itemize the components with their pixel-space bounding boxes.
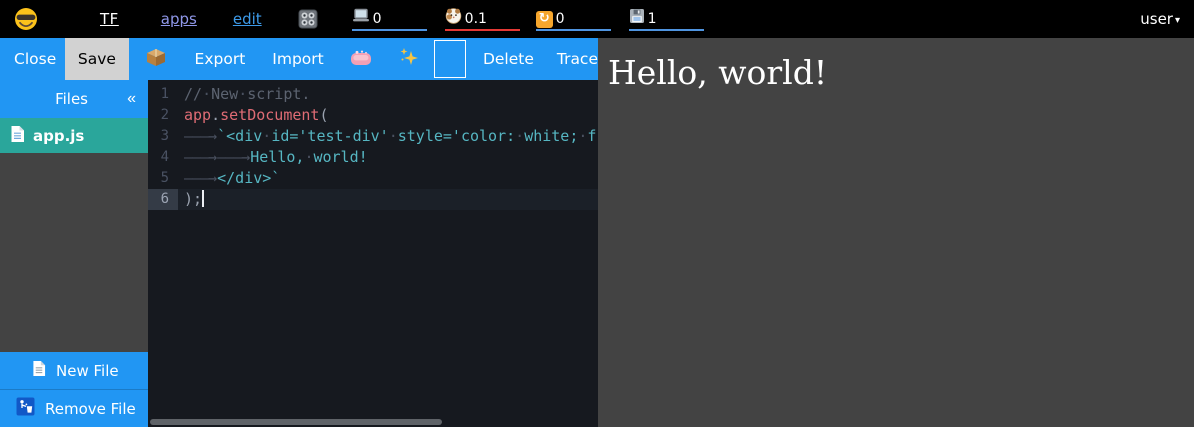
package-icon-button[interactable]	[145, 47, 167, 71]
line-number: 2	[148, 105, 178, 126]
soap-icon	[350, 49, 372, 70]
line-text: app.setDocument(	[178, 105, 329, 126]
file-list-item-selected[interactable]: app.js	[0, 118, 148, 153]
sparkles-icon-button[interactable]	[399, 47, 419, 71]
refresh-meter-value: 0	[556, 11, 565, 28]
horizontal-scrollbar-thumb[interactable]	[150, 419, 442, 425]
package-icon	[145, 47, 167, 71]
chevron-down-icon: ▾	[1175, 15, 1180, 26]
delete-button[interactable]: Delete	[483, 50, 534, 68]
editor-app-body: Files « app.js	[0, 80, 598, 427]
refresh-meter[interactable]: ↻ 0	[536, 7, 611, 31]
line-text: ———→———→Hello,·world!	[178, 147, 368, 168]
file-name: app.js	[33, 127, 84, 145]
preview-hello-text: Hello, world!	[598, 38, 1194, 92]
editor-app: Close Save Export Import	[0, 38, 598, 427]
hamster-meter[interactable]: 0.1	[445, 7, 520, 31]
screen: TF apps edit	[0, 0, 1194, 427]
remove-file-label: Remove File	[45, 400, 136, 418]
hamster-icon	[445, 7, 462, 28]
cpu-meter-value: 0	[373, 11, 382, 28]
line-text: ———→`<div·id='test-div'·style='color:·wh…	[178, 126, 596, 147]
files-panel: Files « app.js	[0, 80, 148, 427]
file-icon	[10, 125, 25, 147]
refresh-icon: ↻	[536, 11, 553, 28]
files-panel-empty-area	[0, 153, 148, 352]
code-line[interactable]: 5———→</div>`	[148, 168, 598, 189]
saves-meter[interactable]: 1	[629, 7, 704, 31]
line-number: 5	[148, 168, 178, 189]
control-knobs-icon[interactable]	[296, 7, 320, 31]
line-number: 3	[148, 126, 178, 147]
laptop-icon	[352, 8, 370, 28]
preview-pane: Hello, world!	[598, 38, 1194, 427]
code-line[interactable]: 6);	[148, 189, 598, 210]
line-number: 4	[148, 147, 178, 168]
export-button[interactable]: Export	[195, 50, 246, 68]
user-menu-label: user	[1140, 10, 1173, 28]
line-number: 6	[148, 189, 178, 210]
sunglasses-smiley-icon[interactable]	[14, 7, 38, 31]
files-panel-title: Files	[0, 90, 127, 108]
blank-box-button[interactable]	[434, 40, 466, 78]
remove-file-button[interactable]: Remove File	[0, 389, 148, 427]
code-line[interactable]: 3———→`<div·id='test-div'·style='color:·w…	[148, 126, 598, 147]
import-button[interactable]: Import	[272, 50, 323, 68]
line-text: );	[178, 189, 204, 210]
brand-link[interactable]: TF	[100, 10, 119, 28]
files-panel-header: Files «	[0, 80, 148, 118]
collapse-panel-button[interactable]: «	[127, 90, 148, 108]
new-file-label: New File	[56, 362, 119, 380]
user-menu[interactable]: user ▾	[1140, 10, 1180, 28]
nav-edit-link[interactable]: edit	[233, 10, 262, 28]
new-file-icon	[32, 360, 46, 381]
code-line[interactable]: 4———→———→Hello,·world!	[148, 147, 598, 168]
line-text: ———→</div>`	[178, 168, 280, 189]
topbar: TF apps edit	[0, 0, 1194, 38]
cpu-meter[interactable]: 0	[352, 7, 427, 31]
nav-apps-link[interactable]: apps	[161, 10, 197, 28]
line-text: //·New·script.	[178, 84, 310, 105]
close-button[interactable]: Close	[14, 50, 56, 68]
code-lines: 1//·New·script.2app.setDocument(3———→`<d…	[148, 80, 598, 427]
text-cursor	[202, 190, 204, 207]
soap-icon-button[interactable]	[350, 49, 372, 70]
sparkles-icon	[399, 47, 419, 71]
saves-meter-value: 1	[648, 11, 657, 28]
trace-button[interactable]: Trace	[557, 50, 598, 68]
editor-toolbar: Close Save Export Import	[0, 38, 598, 80]
hamster-meter-value: 0.1	[465, 11, 487, 28]
code-line[interactable]: 1//·New·script.	[148, 84, 598, 105]
litter-bin-icon	[16, 397, 35, 420]
line-number: 1	[148, 84, 178, 105]
floppy-icon	[629, 8, 645, 28]
save-button[interactable]: Save	[65, 38, 128, 80]
new-file-button[interactable]: New File	[0, 352, 148, 389]
code-line[interactable]: 2app.setDocument(	[148, 105, 598, 126]
code-editor[interactable]: 1//·New·script.2app.setDocument(3———→`<d…	[148, 80, 598, 427]
